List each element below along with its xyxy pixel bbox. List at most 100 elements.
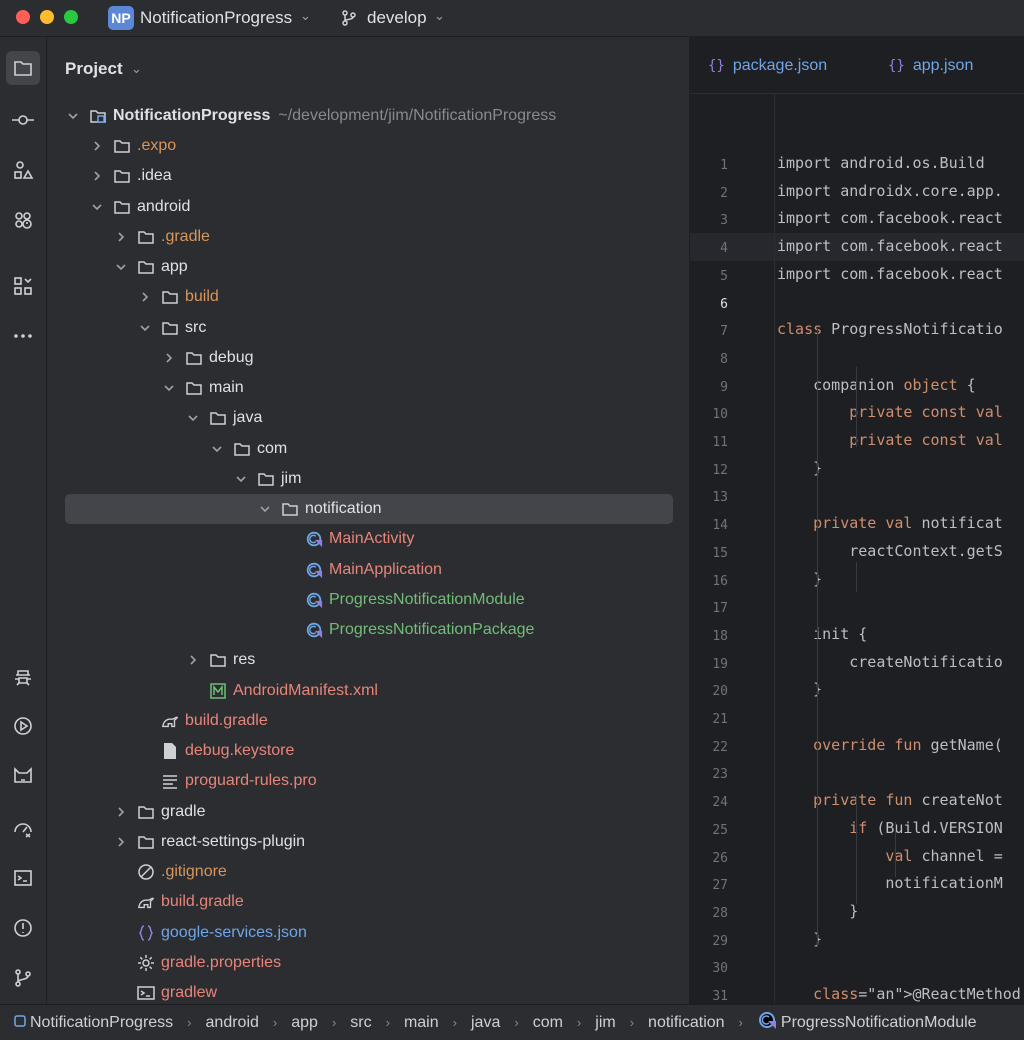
project-switcher[interactable]: NotificationProgress <box>140 8 292 28</box>
code-line[interactable]: private fun createNot <box>777 791 1003 809</box>
breadcrumb-item[interactable]: android <box>206 1014 259 1032</box>
chevron-right-icon[interactable] <box>113 229 129 245</box>
chevron-right-icon[interactable] <box>113 804 129 820</box>
more-icon[interactable] <box>6 319 40 353</box>
code-line[interactable]: reactContext.getS <box>777 542 1003 560</box>
run-icon[interactable] <box>6 709 40 743</box>
breadcrumb-item[interactable]: jim <box>595 1014 615 1032</box>
code-line[interactable]: } <box>777 680 822 698</box>
code-line[interactable]: notificationM <box>777 874 1002 892</box>
code-line[interactable]: } <box>777 930 822 948</box>
minimize-window-button[interactable] <box>40 10 54 24</box>
tree-item[interactable]: gradlew <box>65 978 673 1004</box>
code-line[interactable]: companion object { <box>777 376 976 394</box>
project-folder-icon[interactable] <box>6 51 40 85</box>
tree-item[interactable]: com <box>65 434 673 464</box>
tree-item[interactable]: app <box>65 252 673 282</box>
chevron-down-icon[interactable] <box>257 501 273 517</box>
chevron-down-icon[interactable] <box>65 108 81 124</box>
tree-item[interactable]: android <box>65 192 673 222</box>
tree-item[interactable]: jim <box>65 464 673 494</box>
chevron-down-icon[interactable]: ⌄ <box>131 61 142 77</box>
tree-item[interactable]: ProgressNotificationModule <box>65 585 673 615</box>
tree-item[interactable]: res <box>65 645 673 675</box>
zoom-window-button[interactable] <box>64 10 78 24</box>
dashboard-icon[interactable] <box>6 811 40 845</box>
chevron-down-icon[interactable] <box>113 259 129 275</box>
chevron-right-icon[interactable] <box>137 289 153 305</box>
git-icon[interactable] <box>6 961 40 995</box>
chevron-down-icon[interactable] <box>209 441 225 457</box>
code-line[interactable]: import com.facebook.react <box>777 237 1003 255</box>
branch-icon[interactable] <box>340 9 358 32</box>
code-line[interactable]: private const val <box>777 431 1003 449</box>
tree-item[interactable]: java <box>65 403 673 433</box>
tree-item[interactable]: gradle <box>65 797 673 827</box>
breadcrumb-item[interactable]: main <box>404 1014 439 1032</box>
commit-icon[interactable] <box>6 103 40 137</box>
tree-item[interactable]: src <box>65 313 673 343</box>
breadcrumb-item[interactable]: src <box>350 1014 371 1032</box>
breadcrumb-item[interactable]: NotificationProgress <box>30 1014 173 1032</box>
tab-package-json[interactable]: {} package.json <box>708 57 827 75</box>
code-line[interactable]: import com.facebook.react <box>777 209 1003 227</box>
chevron-right-icon[interactable] <box>113 834 129 850</box>
code-line[interactable]: } <box>777 570 822 588</box>
structure-icon[interactable] <box>6 269 40 303</box>
code-line[interactable]: override fun getName( <box>777 736 1003 754</box>
tree-item[interactable]: .idea <box>65 161 673 191</box>
tree-item[interactable]: .gradle <box>65 222 673 252</box>
code-line[interactable]: } <box>777 459 822 477</box>
tree-item[interactable]: build <box>65 282 673 312</box>
chevron-down-icon[interactable] <box>185 410 201 426</box>
chevron-right-icon[interactable] <box>89 138 105 154</box>
tree-item[interactable]: .gitignore <box>65 857 673 887</box>
problems-icon[interactable] <box>6 911 40 945</box>
code-line[interactable]: class="an">@ReactMethod <box>777 985 1021 1003</box>
cat-icon[interactable] <box>6 759 40 793</box>
breadcrumb-item[interactable]: java <box>471 1014 500 1032</box>
breadcrumb-item[interactable]: notification <box>648 1014 725 1032</box>
chevron-right-icon[interactable] <box>161 350 177 366</box>
code-line[interactable]: import com.facebook.react <box>777 265 1003 283</box>
tree-item[interactable]: main <box>65 373 673 403</box>
code-line[interactable]: import android.os.Build <box>777 154 985 172</box>
tree-item[interactable]: AndroidManifest.xml <box>65 676 673 706</box>
tree-item[interactable]: google-services.json <box>65 918 673 948</box>
code-editor[interactable]: {} package.json {} app.json 1 2 3 4 5 6 7 8 9 10 11 1… <box>690 37 1024 1004</box>
tree-item[interactable]: notification <box>65 494 673 524</box>
breadcrumb-item[interactable]: com <box>533 1014 563 1032</box>
tree-item[interactable]: build.gradle <box>65 887 673 917</box>
code-line[interactable]: if (Build.VERSION <box>777 819 1003 837</box>
tab-app-json[interactable]: {} app.json <box>888 57 973 75</box>
code-line[interactable]: val channel = <box>777 847 1002 865</box>
tree-item[interactable]: MainActivity <box>65 524 673 554</box>
code-line[interactable]: init { <box>777 625 867 643</box>
chevron-down-icon[interactable] <box>89 199 105 215</box>
tree-item[interactable]: proguard-rules.pro <box>65 766 673 796</box>
plugins-icon[interactable] <box>6 203 40 237</box>
chevron-down-icon[interactable] <box>233 471 249 487</box>
chevron-down-icon[interactable]: ⌄ <box>434 8 445 24</box>
bug-icon[interactable] <box>6 659 40 693</box>
code-line[interactable]: class ProgressNotificatio <box>777 320 1003 338</box>
close-window-button[interactable] <box>16 10 30 24</box>
shapes-icon[interactable] <box>6 153 40 187</box>
code-line[interactable]: private val notificat <box>777 514 1003 532</box>
tree-item[interactable]: gradle.properties <box>65 948 673 978</box>
tree-item[interactable]: build.gradle <box>65 706 673 736</box>
tree-root[interactable]: NotificationProgress ~/development/jim/N… <box>65 101 673 131</box>
tree-item[interactable]: MainApplication <box>65 555 673 585</box>
chevron-right-icon[interactable] <box>89 168 105 184</box>
code-line[interactable]: import androidx.core.app. <box>777 182 1003 200</box>
tree-item[interactable]: ProgressNotificationPackage <box>65 615 673 645</box>
chevron-down-icon[interactable] <box>137 320 153 336</box>
project-badge[interactable]: NP <box>108 6 134 30</box>
tree-item[interactable]: debug <box>65 343 673 373</box>
terminal-icon[interactable] <box>6 861 40 895</box>
chevron-right-icon[interactable] <box>185 652 201 668</box>
tree-item[interactable]: react-settings-plugin <box>65 827 673 857</box>
tree-item[interactable]: debug.keystore <box>65 736 673 766</box>
breadcrumb-item[interactable]: ProgressNotificationModule <box>781 1014 977 1032</box>
branch-switcher[interactable]: develop <box>367 8 427 28</box>
